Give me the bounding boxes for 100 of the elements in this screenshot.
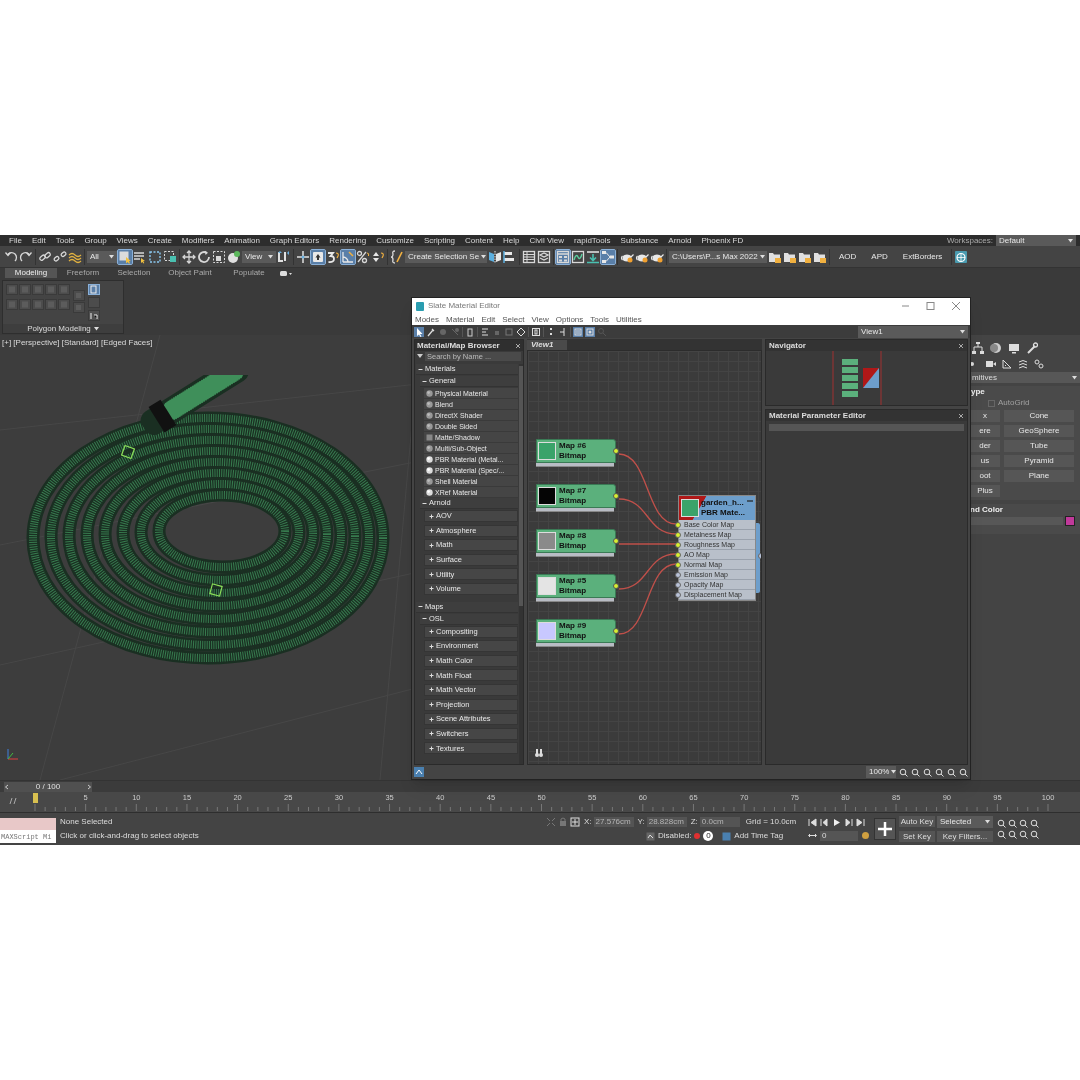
zoom-icon[interactable]	[911, 767, 920, 777]
previous-frame-icon[interactable]	[820, 817, 829, 827]
expand-icon[interactable]	[429, 643, 434, 649]
map-node[interactable]: Map #6 Bitmap	[536, 439, 616, 463]
create-object-button[interactable]: Plane	[1004, 470, 1074, 482]
create-object-button[interactable]: us	[970, 455, 1000, 467]
diamond-icon[interactable]	[516, 326, 526, 337]
menu-item[interactable]: Views	[111, 236, 143, 245]
menu-item[interactable]: Tools	[50, 236, 80, 245]
select-by-name-icon[interactable]	[133, 249, 147, 264]
map-node[interactable]: Map #5 Bitmap	[536, 574, 616, 598]
expand-icon[interactable]	[429, 672, 434, 678]
menu-item[interactable]: View	[531, 315, 549, 324]
expand-icon[interactable]	[429, 513, 434, 519]
toolbar-button[interactable]: AOD	[832, 252, 864, 261]
object-name-field[interactable]	[970, 517, 1063, 525]
output-socket[interactable]	[613, 538, 619, 544]
scene-explorer-icon[interactable]	[522, 249, 536, 264]
coordinate-field[interactable]: 0.0cm	[699, 817, 740, 827]
auto-key-button[interactable]: Auto Key	[899, 816, 935, 827]
viewport-label[interactable]: [+] [Perspective] [Standard] [Edged Faces]	[2, 339, 153, 347]
menu-item[interactable]: rapidTools	[569, 236, 616, 245]
window-crossing-icon[interactable]	[163, 249, 177, 264]
menu-item[interactable]: Content	[460, 236, 499, 245]
toolbar-button[interactable]: APD	[864, 252, 895, 261]
input-socket[interactable]	[675, 522, 681, 528]
menu-item[interactable]: Edit	[481, 315, 496, 324]
curve-editor-icon[interactable]	[571, 249, 585, 264]
minimize-icon[interactable]	[747, 499, 753, 503]
expand-icon[interactable]	[429, 731, 434, 737]
globe-icon[interactable]	[954, 249, 969, 264]
panel-title[interactable]: Polygon Modeling	[3, 324, 123, 333]
mirror-icon[interactable]	[488, 249, 502, 264]
move-icon[interactable]	[182, 249, 196, 264]
map-node[interactable]: Map #8 Bitmap	[536, 529, 616, 553]
rotate-icon[interactable]	[197, 249, 211, 264]
expand-icon[interactable]	[429, 702, 434, 708]
toggle-ribbon-icon[interactable]	[556, 249, 570, 264]
create-object-button[interactable]: der	[970, 440, 1000, 452]
input-socket[interactable]	[675, 552, 681, 558]
expand-icon[interactable]	[429, 629, 434, 635]
expand-icon[interactable]	[429, 745, 434, 751]
percent-snap-icon[interactable]	[356, 249, 370, 264]
input-socket[interactable]	[675, 542, 681, 548]
close-icon[interactable]	[958, 342, 964, 349]
menu-item[interactable]: Substance	[615, 236, 664, 245]
input-socket[interactable]	[675, 532, 681, 538]
layout-icon[interactable]	[480, 326, 490, 337]
menu-item[interactable]: Create	[142, 236, 177, 245]
expand-icon[interactable]	[429, 571, 434, 577]
menu-item[interactable]: Civil View	[524, 236, 570, 245]
coordinate-field[interactable]: 28.828cm	[646, 817, 687, 827]
ribbon-tab[interactable]: Modeling	[5, 268, 57, 278]
zoom-dropdown[interactable]: 100%	[866, 766, 896, 778]
input-socket[interactable]	[675, 582, 681, 588]
undo-icon[interactable]	[4, 249, 18, 264]
set-key-button[interactable]: Set Key	[899, 831, 935, 842]
select-cursor-icon[interactable]	[414, 326, 424, 337]
broken-link-icon[interactable]	[53, 249, 67, 264]
ribbon-options-icon[interactable]	[279, 270, 293, 277]
menu-item[interactable]: Arnold	[663, 236, 697, 245]
named-selection-dropdown[interactable]: Create Selection Se	[405, 250, 487, 263]
menu-item[interactable]: Help	[498, 236, 525, 245]
view-dropdown[interactable]: View1	[858, 325, 968, 338]
category-dropdown[interactable]: mitives	[970, 372, 1080, 383]
ribbon-tab[interactable]: Selection	[109, 268, 159, 278]
output-socket[interactable]	[613, 493, 619, 499]
menu-item[interactable]: Graph Editors	[264, 236, 325, 245]
add-time-tag-text[interactable]: Add Time Tag	[734, 832, 784, 840]
expand-icon[interactable]	[429, 557, 434, 563]
link-icon[interactable]	[38, 249, 52, 264]
create-object-button[interactable]: Plus	[970, 485, 1000, 497]
camera-icon[interactable]	[986, 358, 996, 369]
map-node[interactable]: Map #7 Bitmap	[536, 484, 616, 508]
output-socket[interactable]	[613, 448, 619, 454]
input-socket[interactable]	[675, 562, 681, 568]
dashed-rectangle-icon[interactable]	[148, 249, 162, 264]
expand-icon[interactable]	[429, 528, 434, 534]
close-icon[interactable]	[515, 342, 521, 349]
create-object-button[interactable]: GeoSphere	[1004, 425, 1074, 437]
key-mode-dropdown[interactable]: Selected	[937, 816, 993, 828]
frame-counter[interactable]: 0 / 100	[4, 781, 92, 792]
view-tab[interactable]: View1	[527, 340, 567, 350]
create-object-button[interactable]: Pyramid	[1004, 455, 1074, 467]
snap-toggle-icon[interactable]	[326, 249, 340, 264]
menu-item[interactable]: Utilities	[615, 315, 642, 324]
binoculars-icon[interactable]	[534, 748, 544, 758]
expand-icon[interactable]	[429, 687, 434, 693]
create-object-button[interactable]: ere	[970, 425, 1000, 437]
dope-sheet-icon[interactable]	[586, 249, 600, 264]
create-object-button[interactable]: Tube	[1004, 440, 1074, 452]
monitor-icon[interactable]	[1008, 342, 1020, 354]
menu-item[interactable]: Rendering	[324, 236, 372, 245]
next-frame-icon[interactable]	[844, 817, 853, 827]
menu-item[interactable]: Select	[502, 315, 525, 324]
menu-item[interactable]: File	[4, 236, 27, 245]
selection-filter-dropdown[interactable]: All	[87, 250, 117, 263]
ribbon-tab[interactable]: Freeform	[57, 268, 109, 278]
redo-icon[interactable]	[19, 249, 33, 264]
menu-item[interactable]: Options	[555, 315, 584, 324]
